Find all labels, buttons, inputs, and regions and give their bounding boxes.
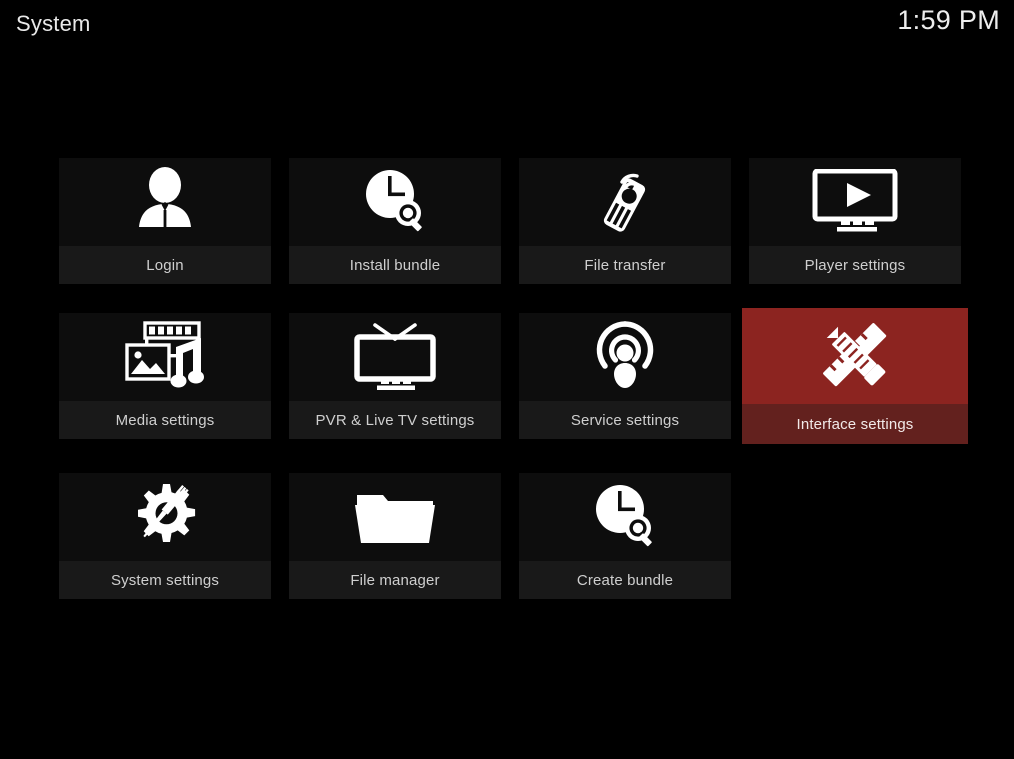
broadcast-podcast-icon — [590, 320, 660, 392]
tile-pvr-live-tv-settings[interactable]: PVR & Live TV settings — [289, 313, 501, 439]
page-title: System — [16, 11, 91, 36]
tile-label: Create bundle — [576, 571, 674, 589]
tile-install-bundle[interactable]: Install bundle — [289, 158, 501, 284]
grid-row: System settings File manager Create bund… — [59, 473, 965, 599]
tile-icon-area — [519, 473, 731, 561]
clock-search-icon — [587, 481, 663, 551]
tile-icon-area — [289, 158, 501, 246]
tile-label-bar: Media settings — [59, 401, 271, 439]
tile-interface-settings[interactable]: Interface settings — [742, 308, 968, 444]
tile-icon-area — [289, 473, 501, 561]
tile-label-bar: PVR & Live TV settings — [289, 401, 501, 439]
folder-icon — [353, 485, 437, 547]
tile-icon-area — [749, 158, 961, 246]
tile-icon-area — [742, 308, 968, 404]
tile-label: Interface settings — [796, 415, 914, 433]
settings-grid: Login Install bundle File transfer Playe… — [59, 158, 968, 628]
tile-service-settings[interactable]: Service settings — [519, 313, 731, 439]
tile-label: Login — [146, 256, 184, 274]
pencil-ruler-cross-icon — [815, 317, 895, 393]
tile-icon-area — [289, 313, 501, 401]
gear-screwdriver-icon — [127, 480, 203, 552]
tv-antenna-icon — [351, 321, 439, 391]
tile-label: File manager — [350, 571, 440, 589]
tile-icon-area — [59, 158, 271, 246]
grid-row: Media settings PVR & Live TV settings Se… — [59, 308, 968, 444]
tile-file-transfer[interactable]: File transfer — [519, 158, 731, 284]
tile-label-bar: System settings — [59, 561, 271, 599]
tile-label: Install bundle — [349, 256, 441, 274]
tile-label: Media settings — [115, 411, 215, 429]
tile-login[interactable]: Login — [59, 158, 271, 284]
tile-create-bundle[interactable]: Create bundle — [519, 473, 731, 599]
tile-icon-area — [59, 473, 271, 561]
grid-row: Login Install bundle File transfer Playe… — [59, 158, 965, 284]
tv-play-icon — [811, 169, 899, 233]
tile-label-bar: Install bundle — [289, 246, 501, 284]
tile-player-settings[interactable]: Player settings — [749, 158, 961, 284]
tile-icon-area — [519, 313, 731, 401]
tile-label: Service settings — [570, 411, 680, 429]
header-bar: System 1:59 PM — [0, 0, 1014, 52]
tile-label-bar: File manager — [289, 561, 501, 599]
tile-label-bar: Login — [59, 246, 271, 284]
tile-icon-area — [519, 158, 731, 246]
tile-label-bar: Interface settings — [742, 404, 968, 444]
tile-label-bar: Player settings — [749, 246, 961, 284]
tile-media-settings[interactable]: Media settings — [59, 313, 271, 439]
tile-label-bar: Create bundle — [519, 561, 731, 599]
tile-system-settings[interactable]: System settings — [59, 473, 271, 599]
tile-file-manager[interactable]: File manager — [289, 473, 501, 599]
tile-label-bar: Service settings — [519, 401, 731, 439]
tile-label: PVR & Live TV settings — [315, 411, 475, 429]
user-silhouette-icon — [128, 167, 202, 235]
media-filmstrip-picture-note-icon — [123, 321, 207, 391]
tile-label: Player settings — [804, 256, 906, 274]
remote-control-icon — [592, 165, 658, 237]
clock-search-icon — [357, 166, 433, 236]
tile-icon-area — [59, 313, 271, 401]
tile-label-bar: File transfer — [519, 246, 731, 284]
tile-label: File transfer — [584, 256, 666, 274]
tile-label: System settings — [110, 571, 220, 589]
clock-label: 1:59 PM — [897, 5, 1000, 35]
